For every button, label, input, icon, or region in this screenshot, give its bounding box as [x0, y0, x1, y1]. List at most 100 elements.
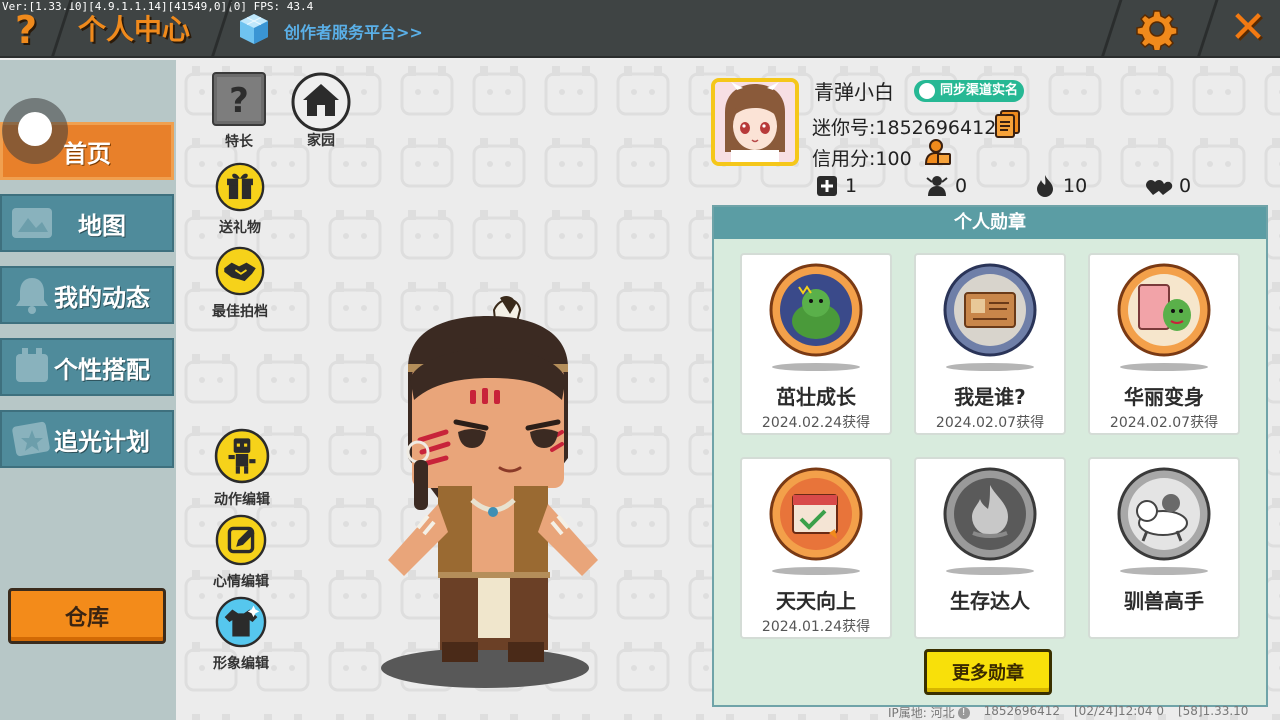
- medal-card[interactable]: 生存达人: [914, 457, 1066, 639]
- cube-icon[interactable]: [238, 12, 270, 46]
- credit-score: 信用分:100: [812, 148, 912, 170]
- more-medals-button[interactable]: 更多勋章: [924, 649, 1052, 695]
- mini-id: 迷你号:1852696412: [812, 117, 997, 139]
- send-gift-label: 送礼物: [219, 220, 261, 236]
- medal-name: 天天向上: [776, 589, 856, 613]
- player-name: 青弹小白: [814, 80, 894, 104]
- beast-medal-icon: [1117, 467, 1211, 561]
- help-button[interactable]: ?: [6, 8, 46, 52]
- sidebar-item-label: 个性搭配: [54, 355, 150, 384]
- footer-uid: 1852696412: [983, 704, 1060, 718]
- info-icon[interactable]: !: [957, 706, 970, 719]
- medal-date: 2024.02.07获得: [935, 415, 1045, 431]
- sidebar-item-label: 我的动态: [54, 283, 150, 312]
- footer-time: [02/24]12:04 0: [1074, 704, 1164, 718]
- credit-person-icon[interactable]: [924, 138, 952, 166]
- outfit-icon: [215, 596, 267, 648]
- medal-shadow: [1120, 567, 1208, 575]
- sidebar-item-chase-light[interactable]: 追光计划: [0, 410, 174, 468]
- player-avatar-model[interactable]: [352, 290, 622, 690]
- medal-date: 2024.02.07获得: [1109, 415, 1219, 431]
- question-block-icon: ?: [212, 72, 266, 126]
- stat-popularity-value: 10: [1063, 175, 1088, 197]
- handshake-icon: [215, 246, 265, 296]
- green-dino-medal-icon: [769, 263, 863, 357]
- verify-badge-label: 同步渠道实名: [940, 83, 1019, 98]
- medal-name: 华丽变身: [1124, 385, 1204, 409]
- hearts-icon: [1146, 180, 1173, 195]
- look-edit-label: 形象编辑: [213, 656, 269, 672]
- stat-popularity[interactable]: 10: [1033, 174, 1087, 198]
- medal-name: 我是谁?: [954, 385, 1026, 409]
- plus-square-icon: [817, 176, 837, 196]
- question-mark-icon: ?: [14, 8, 38, 52]
- gear-icon[interactable]: [1136, 8, 1178, 50]
- sidebar-item-moments[interactable]: 我的动态: [0, 266, 174, 324]
- stat-friends[interactable]: 1: [815, 174, 857, 198]
- creator-platform-link[interactable]: 创作者服务平台>>: [284, 19, 423, 43]
- medals-title: 个人勋章: [714, 207, 1266, 239]
- home-label: 家园: [307, 133, 335, 149]
- medal-date: 2024.02.24获得: [761, 415, 871, 431]
- action-edit-button[interactable]: 动作编辑: [208, 428, 276, 509]
- close-button[interactable]: ✕: [1226, 6, 1270, 52]
- footer-version: [58]1.33.10: [1177, 704, 1249, 718]
- fans-icon: [926, 176, 948, 196]
- footer-info: IP属地: 河北 ! 1852696412 [02/24]12:04 0 [58…: [888, 704, 1248, 720]
- sidebar-item-label: 地图: [78, 211, 126, 240]
- medal-name: 驯兽高手: [1124, 589, 1204, 613]
- medal-card[interactable]: 华丽变身 2024.02.07获得: [1088, 253, 1240, 435]
- medal-shadow: [772, 363, 860, 371]
- top-bar: Ver:[1.33.10][4.9.1.1.14][41549,0][0] FP…: [0, 0, 1280, 58]
- medal-date: 2024.01.24获得: [761, 619, 871, 635]
- sidebar-item-map[interactable]: 地图: [0, 194, 174, 252]
- stat-likes-value: 0: [1179, 175, 1192, 197]
- home-button[interactable]: 家园: [291, 72, 351, 150]
- house-icon: [291, 72, 351, 132]
- divider: [1100, 0, 1123, 58]
- medal-name: 生存达人: [950, 589, 1030, 613]
- medal-card[interactable]: 我是谁? 2024.02.07获得: [914, 253, 1066, 435]
- joystick-knob[interactable]: [18, 112, 52, 146]
- sidebar-item-label: 首页: [63, 139, 111, 168]
- medal-card[interactable]: 茁壮成长 2024.02.24获得: [740, 253, 892, 435]
- anime-girl-avatar-icon: [715, 82, 795, 162]
- divider: [1196, 0, 1219, 58]
- specialty-label: 特长: [225, 134, 253, 150]
- specialty-button[interactable]: ? 特长: [210, 72, 268, 151]
- action-figure-icon: [214, 428, 270, 484]
- action-edit-label: 动作编辑: [214, 492, 270, 508]
- sidebar-item-label: 追光计划: [54, 427, 150, 456]
- avatar[interactable]: [711, 78, 799, 166]
- ip-location: IP属地: 河北 !: [888, 704, 970, 720]
- medal-name: 茁壮成长: [776, 385, 856, 409]
- mood-edit-button[interactable]: 心情编辑: [208, 514, 274, 591]
- medal-card[interactable]: 天天向上 2024.01.24获得: [740, 457, 892, 639]
- mood-edit-label: 心情编辑: [213, 574, 269, 590]
- look-edit-button[interactable]: 形象编辑: [208, 596, 274, 673]
- verify-badge[interactable]: 同步渠道实名: [914, 80, 1025, 102]
- person-check-icon: [919, 83, 935, 99]
- medal-shadow: [1120, 363, 1208, 371]
- calendar-medal-icon: [769, 467, 863, 561]
- best-partner-button[interactable]: 最佳拍档: [208, 246, 272, 321]
- floating-joystick[interactable]: [2, 98, 68, 164]
- medal-card[interactable]: 驯兽高手: [1088, 457, 1240, 639]
- medal-shadow: [946, 363, 1034, 371]
- medal-shadow: [772, 567, 860, 575]
- medals-panel: 个人勋章 茁壮成长 2024.02.24获得 我是谁? 2024.02.07获得: [712, 205, 1268, 707]
- edit-icon: [215, 514, 267, 566]
- stat-followers[interactable]: 0: [925, 174, 967, 198]
- fire-icon: [1037, 175, 1053, 197]
- stat-followers-value: 0: [955, 175, 968, 197]
- id-card-medal-icon: [943, 263, 1037, 357]
- medal-shadow: [946, 567, 1034, 575]
- svg-text:?: ?: [229, 81, 249, 121]
- sidebar-item-outfit[interactable]: 个性搭配: [0, 338, 174, 396]
- page-title: 个人中心: [78, 13, 191, 46]
- stat-likes[interactable]: 0: [1145, 174, 1191, 198]
- send-gift-button[interactable]: 送礼物: [212, 162, 268, 237]
- warehouse-button[interactable]: 仓库: [8, 588, 166, 644]
- copy-icon[interactable]: [995, 110, 1021, 138]
- fire-medal-icon: [943, 467, 1037, 561]
